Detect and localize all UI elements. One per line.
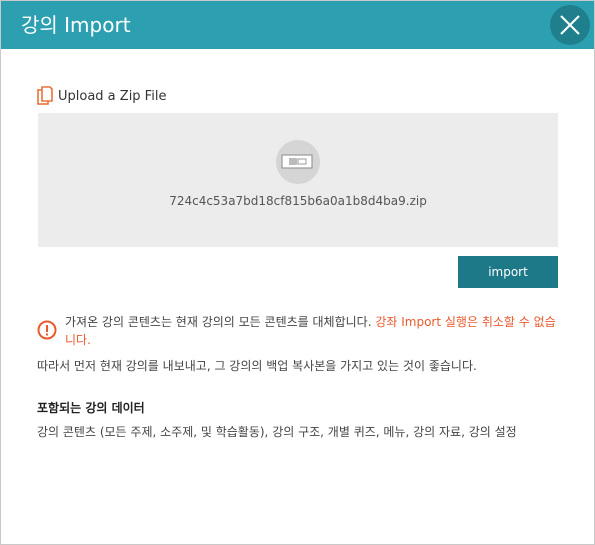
import-dialog: 강의 Import Upload a Zip File 724c4c53a7bd… <box>0 0 595 545</box>
close-button[interactable] <box>550 5 590 45</box>
alert-circle-icon <box>37 320 57 340</box>
close-icon <box>560 15 580 35</box>
dialog-title: 강의 Import <box>21 13 131 37</box>
included-data-list: 강의 콘텐츠 (모든 주제, 소주제, 및 학습활동), 강의 구조, 개별 퀴… <box>37 425 517 439</box>
warning-text: 가져온 강의 콘텐츠는 현재 강의의 모든 콘텐츠를 대체합니다. 강좌 Imp… <box>65 313 557 349</box>
file-copy-icon <box>37 86 53 105</box>
included-data-title: 포함되는 강의 데이터 <box>37 401 145 415</box>
upload-header: Upload a Zip File <box>37 85 166 107</box>
advice-text: 따라서 먼저 현재 강의를 내보내고, 그 강의의 백업 복사본을 가지고 있는… <box>37 359 477 373</box>
dialog-titlebar: 강의 Import <box>1 1 594 49</box>
upload-label: Upload a Zip File <box>58 88 167 104</box>
zip-file-icon <box>276 140 320 184</box>
uploaded-filename: 724c4c53a7bd18cf815b6a0a1b8d4ba9.zip <box>169 194 427 208</box>
import-button[interactable]: import <box>458 256 558 288</box>
warning-message: 가져온 강의 콘텐츠는 현재 강의의 모든 콘텐츠를 대체합니다. 강좌 Imp… <box>37 313 557 349</box>
warning-body: 가져온 강의 콘텐츠는 현재 강의의 모든 콘텐츠를 대체합니다. <box>65 315 376 329</box>
upload-dropzone[interactable]: 724c4c53a7bd18cf815b6a0a1b8d4ba9.zip <box>38 113 558 247</box>
